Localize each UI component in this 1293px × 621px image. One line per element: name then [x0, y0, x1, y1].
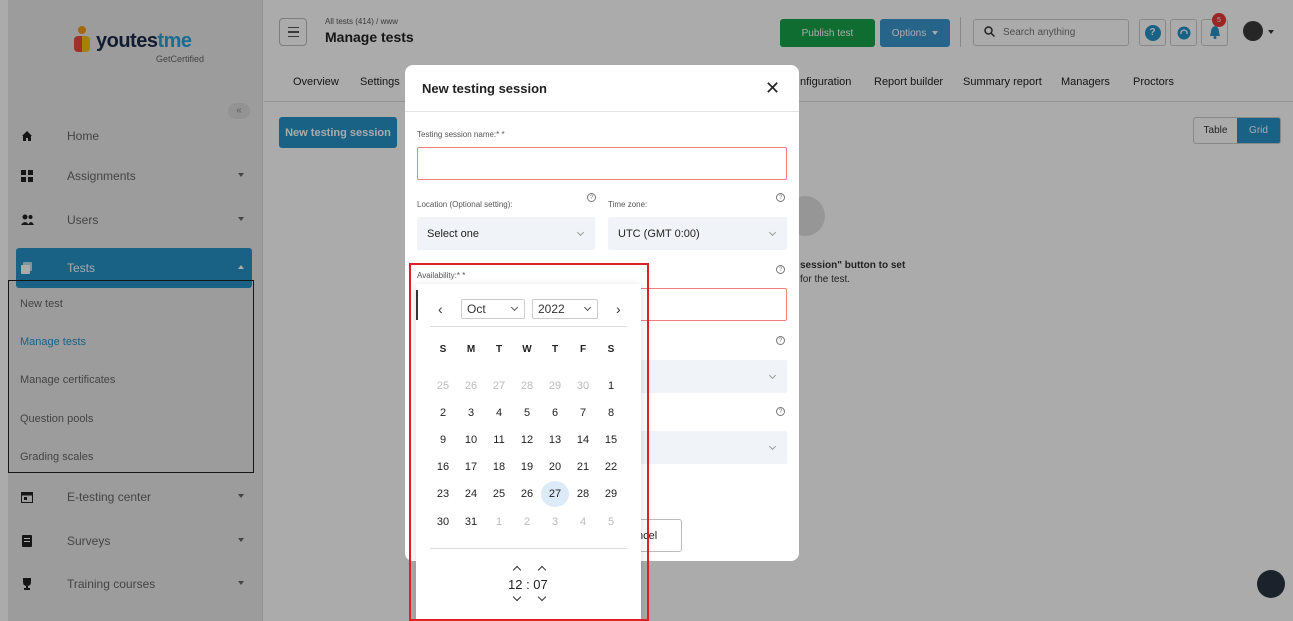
chevron-down-icon [576, 228, 585, 237]
help-icon[interactable]: ? [776, 193, 785, 202]
location-label: Location (Optional setting): [417, 200, 513, 209]
timezone-select[interactable]: UTC (GMT 0:00) [608, 217, 787, 250]
session-name-field[interactable] [417, 147, 787, 180]
help-icon[interactable]: ? [587, 193, 596, 202]
timezone-value: UTC (GMT 0:00) [618, 227, 700, 240]
help-icon[interactable]: ? [776, 265, 785, 274]
divider [405, 111, 799, 112]
close-icon[interactable]: ✕ [765, 78, 780, 99]
help-icon[interactable]: ? [776, 407, 785, 416]
location-select[interactable]: Select one [417, 217, 595, 250]
chevron-down-icon [768, 442, 777, 451]
dialog-title: New testing session [422, 81, 547, 96]
highlight-annotation [409, 263, 649, 621]
chevron-down-icon [768, 371, 777, 380]
chevron-down-icon [768, 228, 777, 237]
session-name-label: Testing session name:* * [417, 130, 505, 139]
timezone-label: Time zone: [608, 200, 648, 209]
location-value: Select one [427, 227, 479, 240]
help-icon[interactable]: ? [776, 336, 785, 345]
session-name-input[interactable] [418, 148, 786, 179]
